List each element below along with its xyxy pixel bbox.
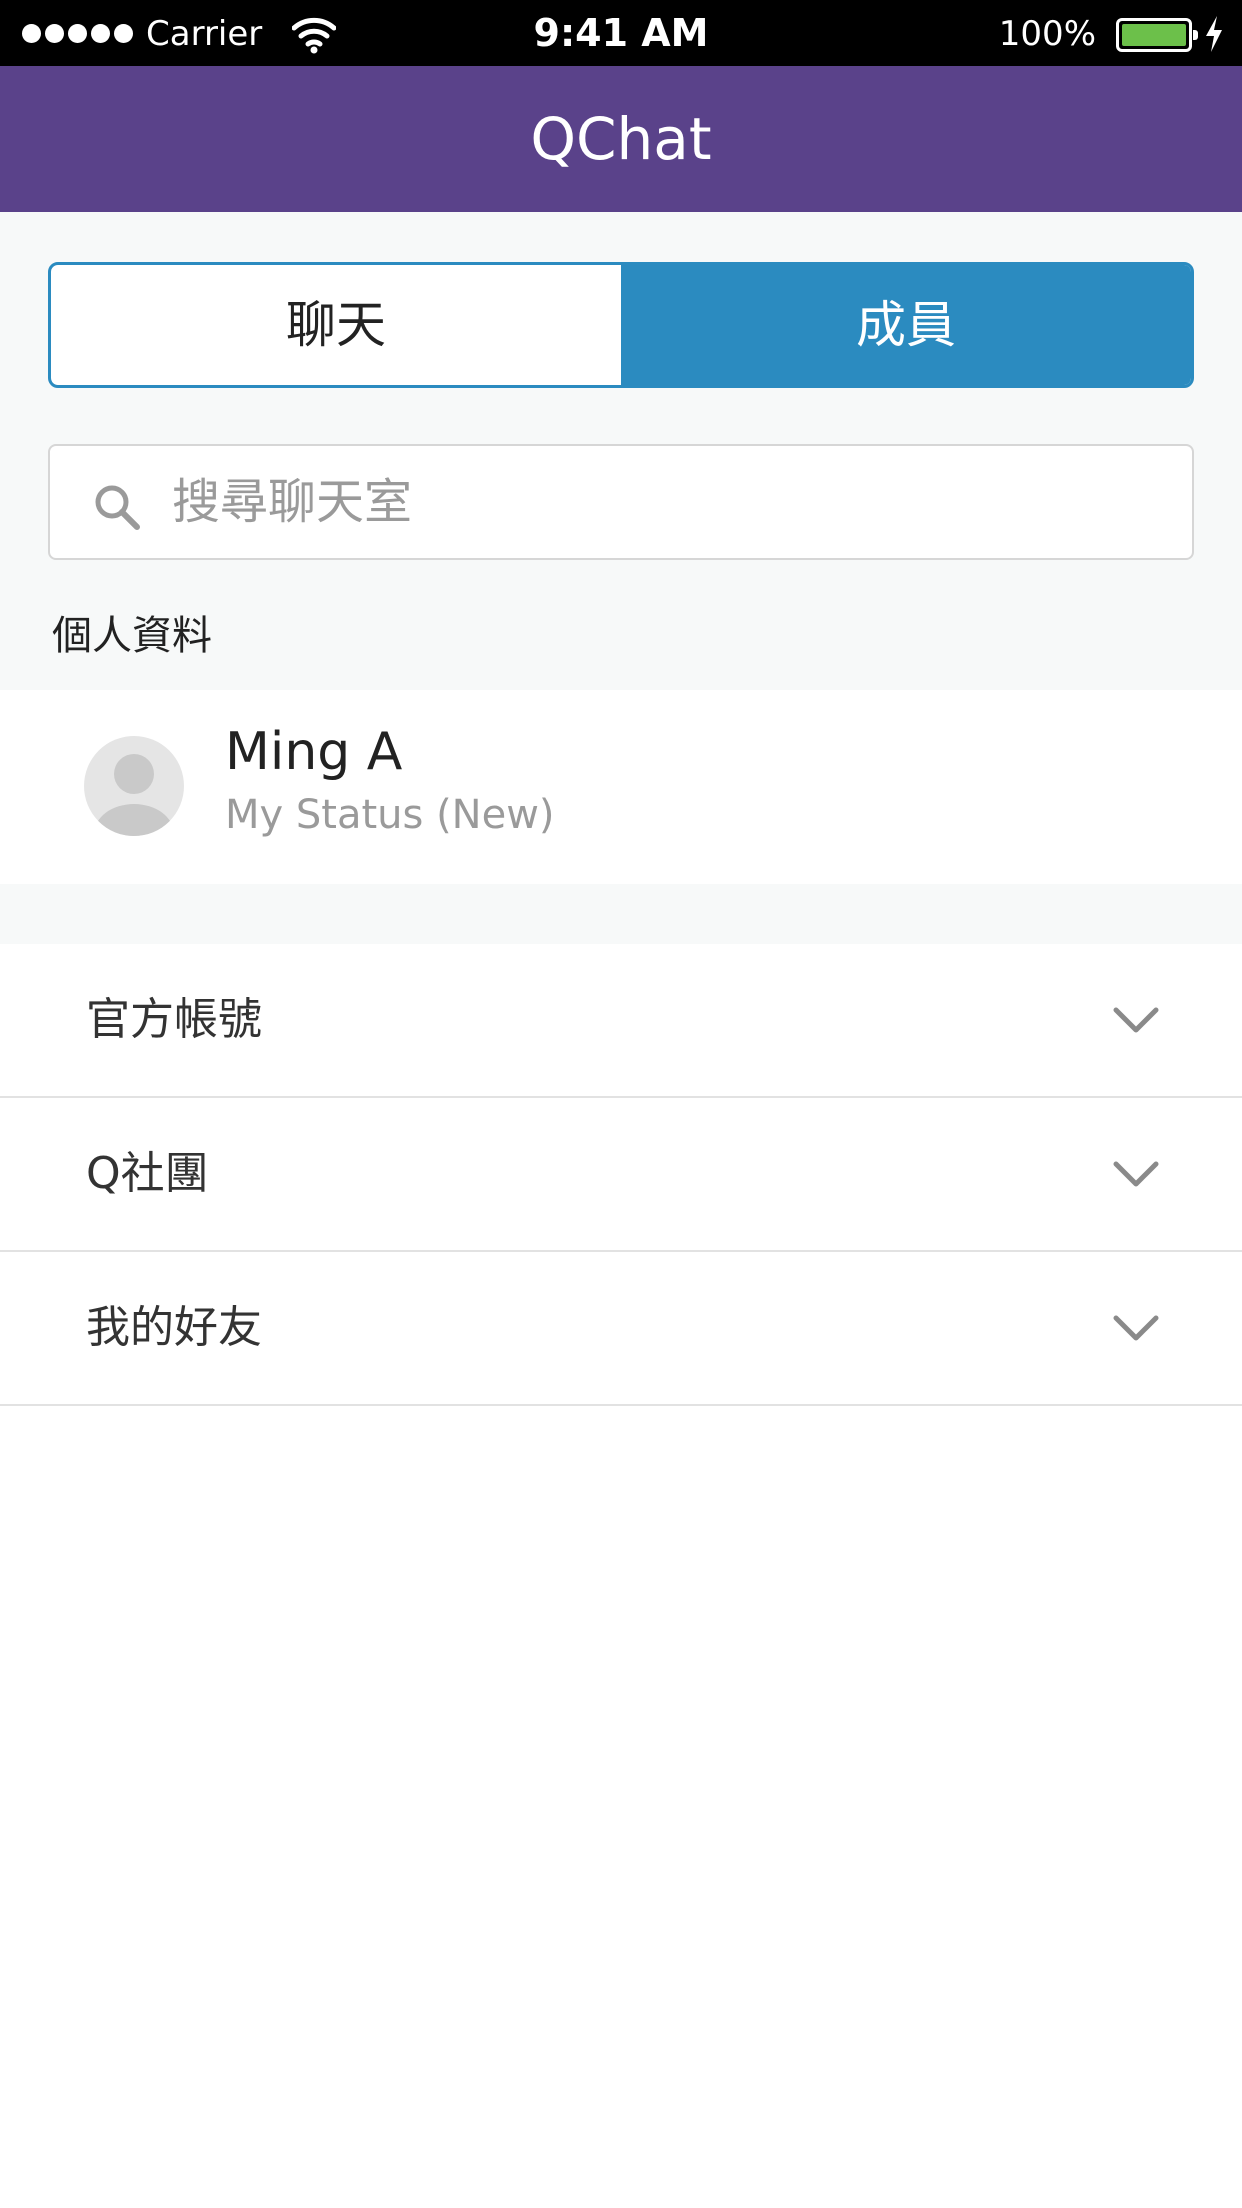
- chevron-down-icon[interactable]: [1112, 1002, 1160, 1038]
- search-bar: [48, 444, 1194, 560]
- charging-icon: [1206, 16, 1222, 52]
- nav-bar: QChat: [0, 66, 1242, 212]
- group-row-q-club[interactable]: Q社團: [0, 1098, 1242, 1252]
- group-label: 我的好友: [86, 1302, 262, 1353]
- group-row-official-accounts[interactable]: 官方帳號: [0, 944, 1242, 1098]
- profile-row[interactable]: Ming A My Status (New): [0, 690, 1242, 884]
- search-icon: [95, 485, 140, 530]
- group-label: Q社團: [86, 1148, 209, 1199]
- profile-name: Ming A: [225, 722, 403, 782]
- app-title: QChat: [530, 105, 712, 173]
- chevron-down-icon[interactable]: [1112, 1310, 1160, 1346]
- tab-members[interactable]: 成員: [621, 265, 1191, 385]
- avatar: [84, 736, 184, 836]
- battery-percentage: 100%: [998, 14, 1096, 54]
- group-label: 官方帳號: [86, 994, 262, 1045]
- group-list: 官方帳號 Q社團 我的好友: [0, 944, 1242, 1406]
- status-bar: Carrier 9:41 AM 100%: [0, 0, 1242, 66]
- chevron-down-icon[interactable]: [1112, 1156, 1160, 1192]
- battery-icon: [1116, 18, 1198, 52]
- section-divider: [0, 884, 1242, 944]
- group-row-my-friends[interactable]: 我的好友: [0, 1252, 1242, 1406]
- segmented-control: 聊天 成員: [48, 262, 1194, 388]
- tab-chat[interactable]: 聊天: [51, 265, 621, 385]
- search-input[interactable]: [170, 446, 1172, 558]
- profile-status: My Status (New): [225, 792, 555, 838]
- default-avatar-icon: [94, 754, 174, 836]
- section-label-profile: 個人資料: [52, 613, 212, 659]
